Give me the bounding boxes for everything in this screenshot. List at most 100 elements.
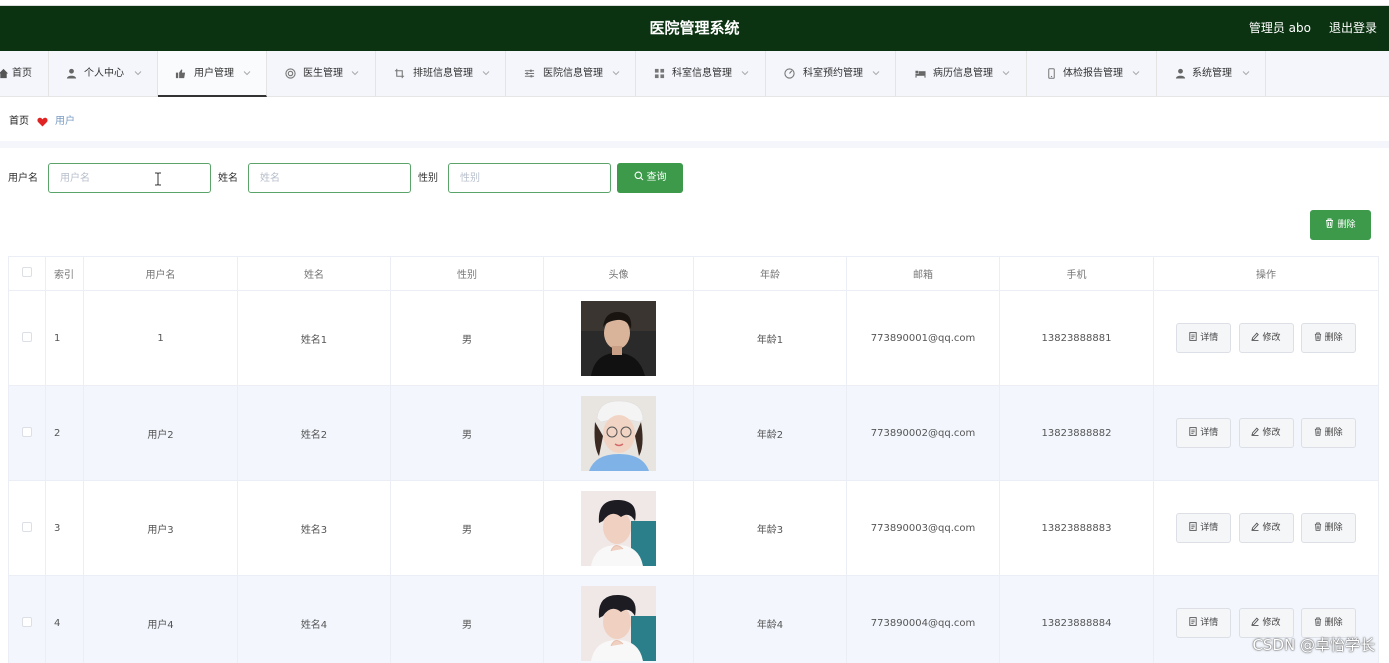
nav-item-home[interactable]: 首页 (0, 51, 49, 97)
cell-gender: 男 (390, 575, 544, 663)
chevron-down-icon (482, 71, 490, 76)
cell-name: 姓名4 (237, 575, 391, 663)
query-button[interactable]: 查询 (617, 163, 683, 193)
batch-delete-button[interactable]: 删除 (1310, 210, 1371, 240)
cell-username: 1 (83, 290, 238, 386)
table-row: 3 用户3 姓名3 男 年龄3 773890003@qq.com 1382388… (8, 480, 1379, 576)
nav-item-hospital-info-management[interactable]: 医院信息管理 (506, 51, 636, 97)
row-select-cell (8, 385, 46, 481)
chevron-down-icon (872, 71, 880, 76)
select-all-checkbox[interactable] (22, 267, 32, 277)
cell-avatar (543, 385, 694, 481)
nav-item-schedule-management[interactable]: 排班信息管理 (376, 51, 506, 97)
top-nav: 首页 个人中心 用户管理 医生管理 排班信息管理 医院信息管理 科室信息管理 科… (0, 51, 1389, 97)
cell-actions: 详情 修改 删除 (1153, 385, 1379, 481)
cell-phone: 13823888884 (999, 575, 1154, 663)
mobile-icon (1048, 68, 1055, 79)
username-input[interactable] (48, 163, 211, 193)
gender-input[interactable] (448, 163, 611, 193)
logout-link[interactable]: 退出登录 (1329, 6, 1377, 51)
chevron-down-icon (243, 71, 251, 76)
person-icon (66, 68, 77, 79)
delete-button[interactable]: 删除 (1300, 323, 1356, 353)
nav-item-system-management[interactable]: 系统管理 (1157, 51, 1266, 97)
batch-delete-label: 删除 (1337, 220, 1356, 230)
column-header-index: 索引 (45, 256, 84, 291)
chevron-down-icon (1242, 71, 1250, 76)
cell-age: 年龄4 (693, 575, 847, 663)
row-checkbox[interactable] (22, 521, 32, 532)
nav-item-department-info-management[interactable]: 科室信息管理 (636, 51, 766, 97)
edit-button[interactable]: 修改 (1238, 418, 1294, 448)
nav-item-department-appointment-management[interactable]: 科室预约管理 (766, 51, 896, 97)
cell-avatar (543, 575, 694, 663)
document-icon (1189, 617, 1197, 626)
name-input[interactable] (248, 163, 411, 193)
nav-item-doctor-management[interactable]: 医生管理 (267, 51, 376, 97)
column-header-email: 邮箱 (846, 256, 1000, 291)
edit-label: 修改 (1262, 618, 1281, 628)
chevron-down-icon (1132, 71, 1140, 76)
column-header-name: 姓名 (237, 256, 391, 291)
chevron-down-icon (1002, 71, 1010, 76)
nav-item-checkup-report-management[interactable]: 体检报告管理 (1027, 51, 1157, 97)
breadcrumb-current: 用户 (55, 116, 75, 127)
nav-item-user-management[interactable]: 用户管理 (158, 51, 267, 97)
document-icon (1189, 522, 1197, 531)
detail-button[interactable]: 详情 (1176, 513, 1232, 543)
detail-button[interactable]: 详情 (1176, 608, 1232, 638)
delete-label: 删除 (1324, 428, 1343, 438)
person-icon (1175, 68, 1186, 79)
nav-item-label: 体检报告管理 (1063, 68, 1123, 79)
trash-icon (1314, 522, 1321, 531)
nav-item-label: 排班信息管理 (413, 68, 473, 79)
cell-email: 773890002@qq.com (846, 385, 1000, 481)
cell-phone: 13823888882 (999, 385, 1154, 481)
row-checkbox[interactable] (22, 616, 32, 627)
edit-label: 修改 (1262, 523, 1281, 533)
delete-label: 删除 (1324, 523, 1343, 533)
bed-icon (915, 70, 926, 78)
nav-item-personal-center[interactable]: 个人中心 (49, 51, 158, 97)
delete-button[interactable]: 删除 (1300, 513, 1356, 543)
avatar (581, 490, 656, 566)
chevron-down-icon (351, 71, 359, 76)
app-title: 医院管理系统 (649, 19, 740, 37)
edit-button[interactable]: 修改 (1238, 513, 1294, 543)
cell-age: 年龄1 (693, 290, 847, 386)
cell-index: 3 (45, 480, 84, 576)
detail-label: 详情 (1200, 618, 1219, 628)
cell-username: 用户3 (83, 480, 238, 576)
nav-item-medical-record-management[interactable]: 病历信息管理 (896, 51, 1027, 97)
row-checkbox[interactable] (22, 426, 32, 437)
text-cursor-icon (155, 172, 161, 186)
home-icon (0, 68, 9, 79)
detail-label: 详情 (1200, 333, 1219, 343)
chevron-down-icon (741, 71, 749, 76)
breadcrumb-home[interactable]: 首页 (9, 103, 29, 141)
pencil-icon (1251, 522, 1260, 531)
cell-gender: 男 (390, 385, 544, 481)
table-header-row: 索引 用户名 姓名 性别 头像 年龄 邮箱 手机 操作 (8, 256, 1379, 291)
cell-index: 4 (45, 575, 84, 663)
cell-index: 1 (45, 290, 84, 386)
cell-phone: 13823888883 (999, 480, 1154, 576)
row-select-cell (8, 575, 46, 663)
column-header-actions: 操作 (1153, 256, 1379, 291)
row-select-cell (8, 480, 46, 576)
edit-button[interactable]: 修改 (1238, 323, 1294, 353)
watermark: CSDN @卓怡学长 (1252, 636, 1375, 654)
row-checkbox[interactable] (22, 331, 32, 342)
cell-name: 姓名3 (237, 480, 391, 576)
nav-item-label: 系统管理 (1192, 68, 1232, 79)
nav-item-label: 首页 (12, 68, 32, 79)
delete-button[interactable]: 删除 (1300, 418, 1356, 448)
column-header-age: 年龄 (693, 256, 847, 291)
detail-button[interactable]: 详情 (1176, 418, 1232, 448)
pencil-icon (1251, 332, 1260, 341)
nav-item-label: 病历信息管理 (933, 68, 993, 79)
cell-username: 用户4 (83, 575, 238, 663)
detail-button[interactable]: 详情 (1176, 323, 1232, 353)
crop-icon (394, 68, 405, 79)
heart-icon (37, 117, 48, 127)
